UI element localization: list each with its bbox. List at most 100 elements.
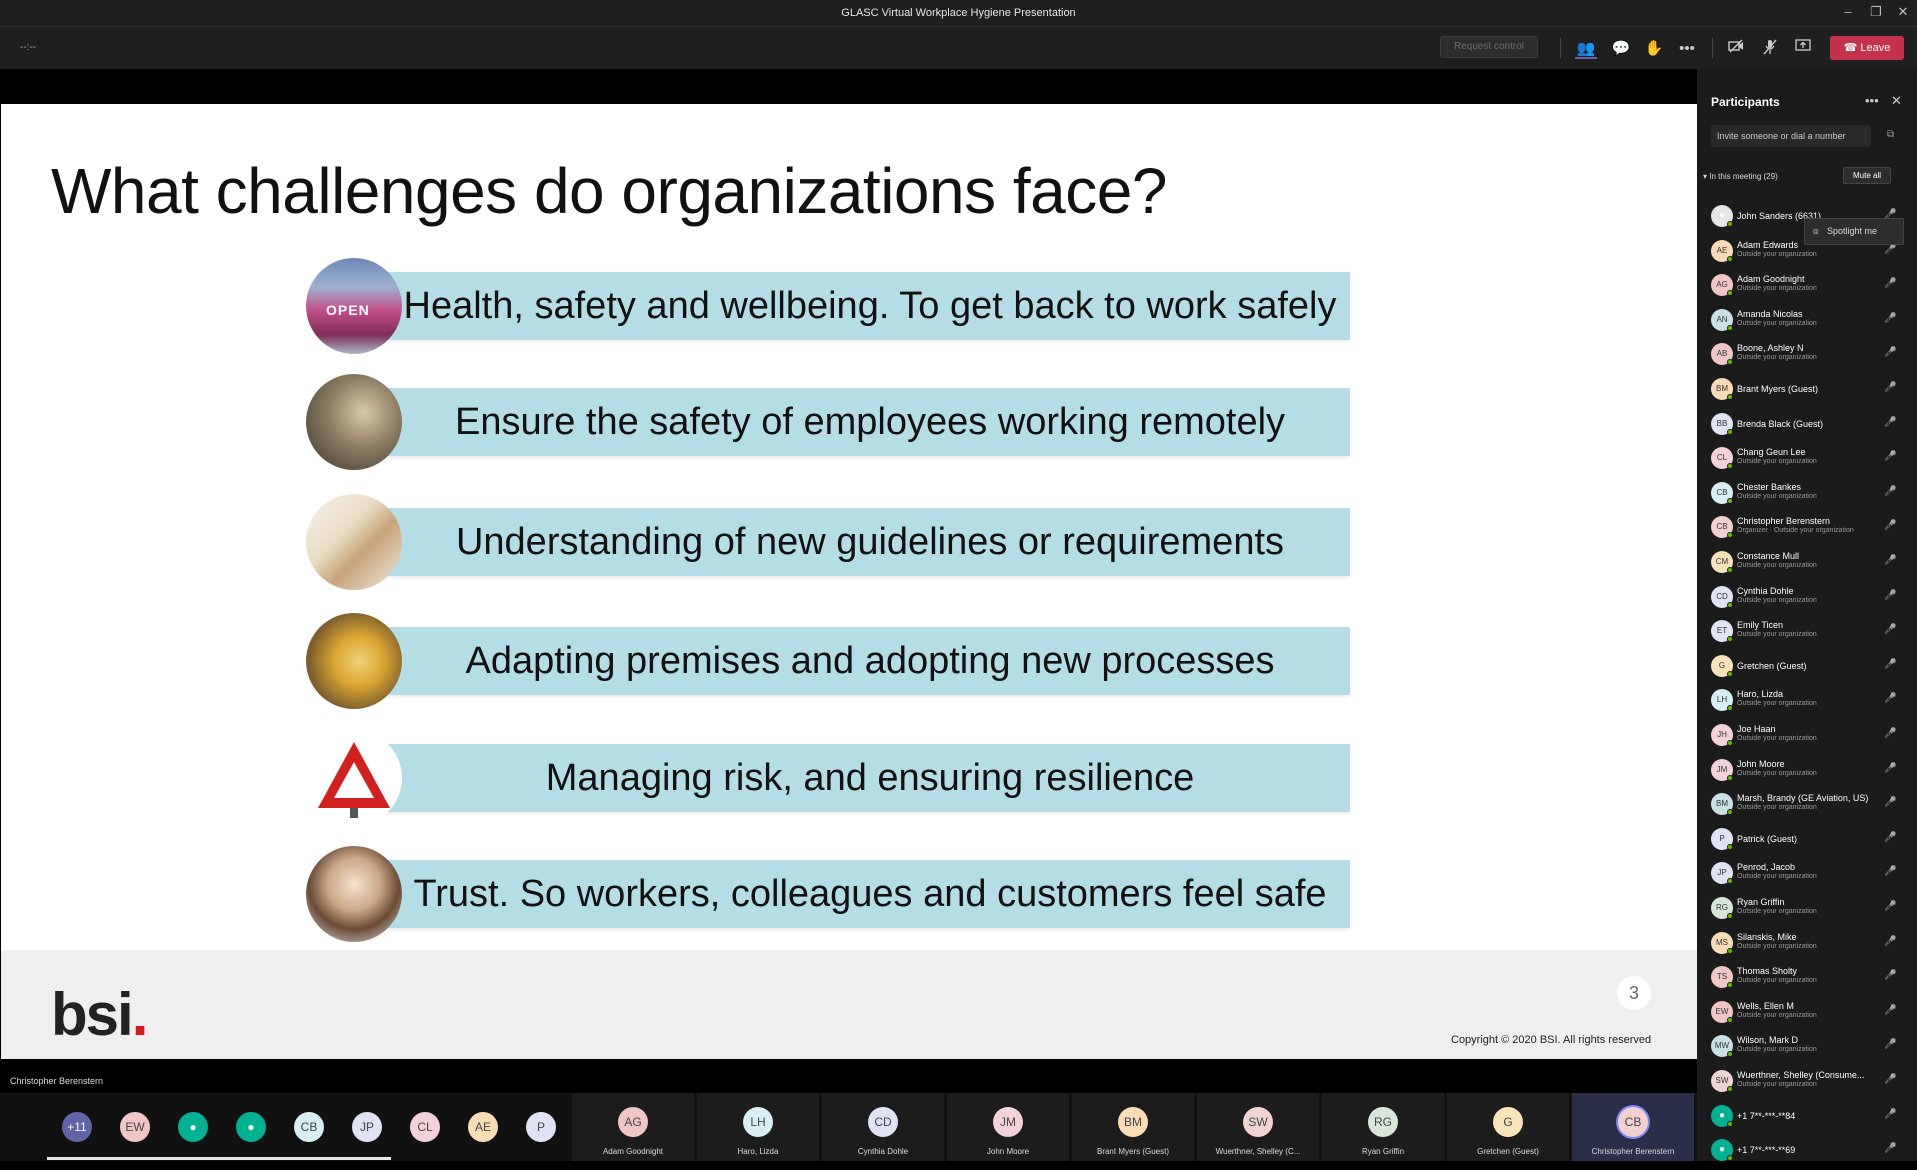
mic-muted-icon[interactable]: 🎤	[1884, 866, 1896, 877]
participant-name: Patrick (Guest)	[1737, 833, 1798, 844]
participant-row[interactable]: RG Ryan Griffin Outside your organization 🎤	[1697, 893, 1917, 928]
restore-icon[interactable]: ❐	[1864, 4, 1888, 20]
participant-row[interactable]: G Gretchen (Guest) 🎤	[1697, 651, 1917, 686]
participant-row[interactable]: BM Brant Myers (Guest) 🎤	[1697, 374, 1917, 409]
video-tile[interactable]: BM Brant Myers (Guest)	[1072, 1093, 1194, 1161]
mic-muted-icon[interactable]: 🎤	[1884, 313, 1896, 324]
mic-muted-icon[interactable]: 🎤	[1884, 936, 1896, 947]
avatar[interactable]: CL	[410, 1112, 440, 1142]
mic-muted-icon[interactable]: 🎤	[1884, 1074, 1896, 1085]
participant-row[interactable]: ET Emily Ticen Outside your organization 🎤	[1697, 616, 1917, 651]
mic-muted-icon[interactable]: 🎤	[1884, 244, 1896, 255]
presenter-label: Christopher Berenstern	[10, 1076, 104, 1086]
participant-name: Chang Geun Lee	[1737, 447, 1806, 458]
in-meeting-header[interactable]: ▾ In this meeting (29)	[1703, 172, 1778, 181]
mic-muted-icon[interactable]: 🎤	[1884, 278, 1896, 289]
video-tile[interactable]: SW Wuerthner, Shelley (C...	[1197, 1093, 1319, 1161]
minimize-icon[interactable]: –	[1836, 4, 1860, 19]
video-tile[interactable]: G Gretchen (Guest)	[1447, 1093, 1569, 1161]
raise-hand-icon[interactable]: ✋	[1643, 39, 1665, 59]
mic-muted-icon[interactable]: 🎤	[1884, 417, 1896, 428]
mic-muted-icon[interactable]: 🎤	[1884, 901, 1896, 912]
participant-row[interactable]: AG Adam Goodnight Outside your organizatio…	[1697, 270, 1917, 305]
user-icon[interactable]: ●	[178, 1112, 208, 1142]
participant-row[interactable]: LH Haro, Lizda Outside your organization 🎤	[1697, 685, 1917, 720]
mic-muted-icon[interactable]: 🎤	[1884, 1143, 1896, 1154]
mic-muted-icon[interactable]: 🎤	[1884, 659, 1896, 670]
participant-row[interactable]: MS Silanskis, Mike Outside your organizati…	[1697, 928, 1917, 963]
invite-input[interactable]: Invite someone or dial a number	[1711, 125, 1871, 147]
participant-row[interactable]: JP Penrod, Jacob Outside your organization…	[1697, 858, 1917, 893]
video-tile[interactable]: RG Ryan Griffin	[1322, 1093, 1444, 1161]
mic-muted-icon[interactable]: 🎤	[1884, 693, 1896, 704]
participant-row[interactable]: JM John Moore Outside your organization 🎤	[1697, 755, 1917, 790]
presence-dot	[1727, 947, 1733, 954]
more-options-icon[interactable]: •••	[1865, 93, 1879, 108]
avatar[interactable]: EW	[120, 1112, 150, 1142]
overflow-avatar[interactable]: +11	[62, 1112, 92, 1142]
leave-button[interactable]: ☎ Leave	[1830, 36, 1904, 60]
participant-row[interactable]: P Patrick (Guest) 🎤	[1697, 824, 1917, 859]
participant-name: Brenda Black (Guest)	[1737, 418, 1824, 429]
participant-row[interactable]: CL Chang Geun Lee Outside your organizatio…	[1697, 443, 1917, 478]
more-actions-icon[interactable]: •••	[1676, 39, 1698, 59]
participant-row[interactable]: MW Wilson, Mark D Outside your organizatio…	[1697, 1031, 1917, 1066]
mic-muted-icon[interactable]: 🎤	[1884, 590, 1896, 601]
participant-row[interactable]: CD Cynthia Dohle Outside your organization…	[1697, 582, 1917, 617]
mic-muted-icon[interactable]: 🎤	[1884, 624, 1896, 635]
mic-muted-icon[interactable]: 🎤	[1884, 347, 1896, 358]
participant-row[interactable]: AB Boone, Ashley N Outside your organizati…	[1697, 339, 1917, 374]
participant-row[interactable]: ● +1 7**-***-**84 🎤	[1697, 1101, 1917, 1136]
participant-row[interactable]: JH Joe Haan Outside your organization 🎤	[1697, 720, 1917, 755]
participant-row[interactable]: CB Chester Bankes Outside your organizatio…	[1697, 478, 1917, 513]
participant-name: Silanskis, Mike	[1737, 931, 1797, 942]
mic-muted-icon[interactable]: 🎤	[1884, 1005, 1896, 1016]
mic-muted-icon[interactable]: 🎤	[1884, 520, 1896, 531]
challenge-text: Managing risk, and ensuring resilience	[545, 757, 1195, 799]
mic-muted-icon[interactable]: 🎤	[1884, 1039, 1896, 1050]
mic-muted-icon[interactable]: 🎤	[1884, 451, 1896, 462]
spotlight-menu-item[interactable]: ⧈ Spotlight me	[1804, 218, 1904, 245]
participant-row[interactable]: TS Thomas Sholty Outside your organization…	[1697, 962, 1917, 997]
share-link-icon[interactable]: ⧉	[1887, 129, 1894, 140]
video-tile[interactable]: AG Adam Goodnight	[572, 1093, 694, 1161]
participant-row[interactable]: EW Wells, Ellen M Outside your organizatio…	[1697, 997, 1917, 1032]
close-window-icon[interactable]: ✕	[1891, 4, 1915, 20]
participant-name: Constance Mull	[1737, 551, 1800, 561]
participant-row[interactable]: CM Constance Mull Outside your organizatio…	[1697, 547, 1917, 582]
mic-muted-icon[interactable]: 🎤	[1884, 728, 1896, 739]
mute-all-button[interactable]: Mute all	[1843, 167, 1891, 184]
video-tile[interactable]: LH Haro, Lizda	[697, 1093, 819, 1161]
participant-row[interactable]: BM Marsh, Brandy (GE Aviation, US) Outside…	[1697, 789, 1917, 824]
avatar[interactable]: P	[526, 1112, 556, 1142]
mic-muted-icon[interactable]: 🎤	[1884, 555, 1896, 566]
participant-row[interactable]: AN Amanda Nicolas Outside your organizatio…	[1697, 305, 1917, 340]
video-tile[interactable]: CD Cynthia Dohle	[822, 1093, 944, 1161]
mic-muted-icon[interactable]: 🎤	[1884, 763, 1896, 774]
participant-row[interactable]: ● +1 7**-***-**69 🎤	[1697, 1135, 1917, 1170]
mic-muted-icon[interactable]: 🎤	[1884, 832, 1896, 843]
presence-dot	[1727, 532, 1733, 539]
close-panel-icon[interactable]: ✕	[1891, 93, 1902, 109]
mic-muted-icon[interactable]: 🎤	[1884, 970, 1896, 981]
mic-muted-icon[interactable]: 🎤	[1884, 486, 1896, 497]
user-icon[interactable]: ●	[236, 1112, 266, 1142]
chat-icon[interactable]: 💬	[1610, 39, 1632, 59]
participant-row[interactable]: SW Wuerthner, Shelley (Consume... Outside …	[1697, 1066, 1917, 1101]
share-screen-icon[interactable]	[1792, 39, 1814, 59]
participant-name: Christopher Berenstern	[1737, 516, 1831, 527]
participant-row[interactable]: CB Christopher Berenstern Organizer · Outs…	[1697, 512, 1917, 547]
request-control-button[interactable]: Request control	[1440, 36, 1538, 58]
participants-icon[interactable]: 👥	[1575, 39, 1597, 59]
video-tile[interactable]: JM John Moore	[947, 1093, 1069, 1161]
mic-muted-icon[interactable]: 🎤	[1884, 1109, 1896, 1120]
avatar[interactable]: JP	[352, 1112, 382, 1142]
video-tile-active-speaker[interactable]: CB Christopher Berenstern	[1572, 1093, 1694, 1161]
camera-off-icon[interactable]	[1725, 39, 1747, 59]
participant-row[interactable]: BB Brenda Black (Guest) 🎤	[1697, 409, 1917, 444]
mic-muted-icon[interactable]: 🎤	[1884, 797, 1896, 808]
avatar[interactable]: AE	[468, 1112, 498, 1142]
avatar[interactable]: CB	[294, 1112, 324, 1142]
mic-muted-icon[interactable]: 🎤	[1884, 382, 1896, 393]
mic-off-icon[interactable]	[1759, 39, 1781, 59]
